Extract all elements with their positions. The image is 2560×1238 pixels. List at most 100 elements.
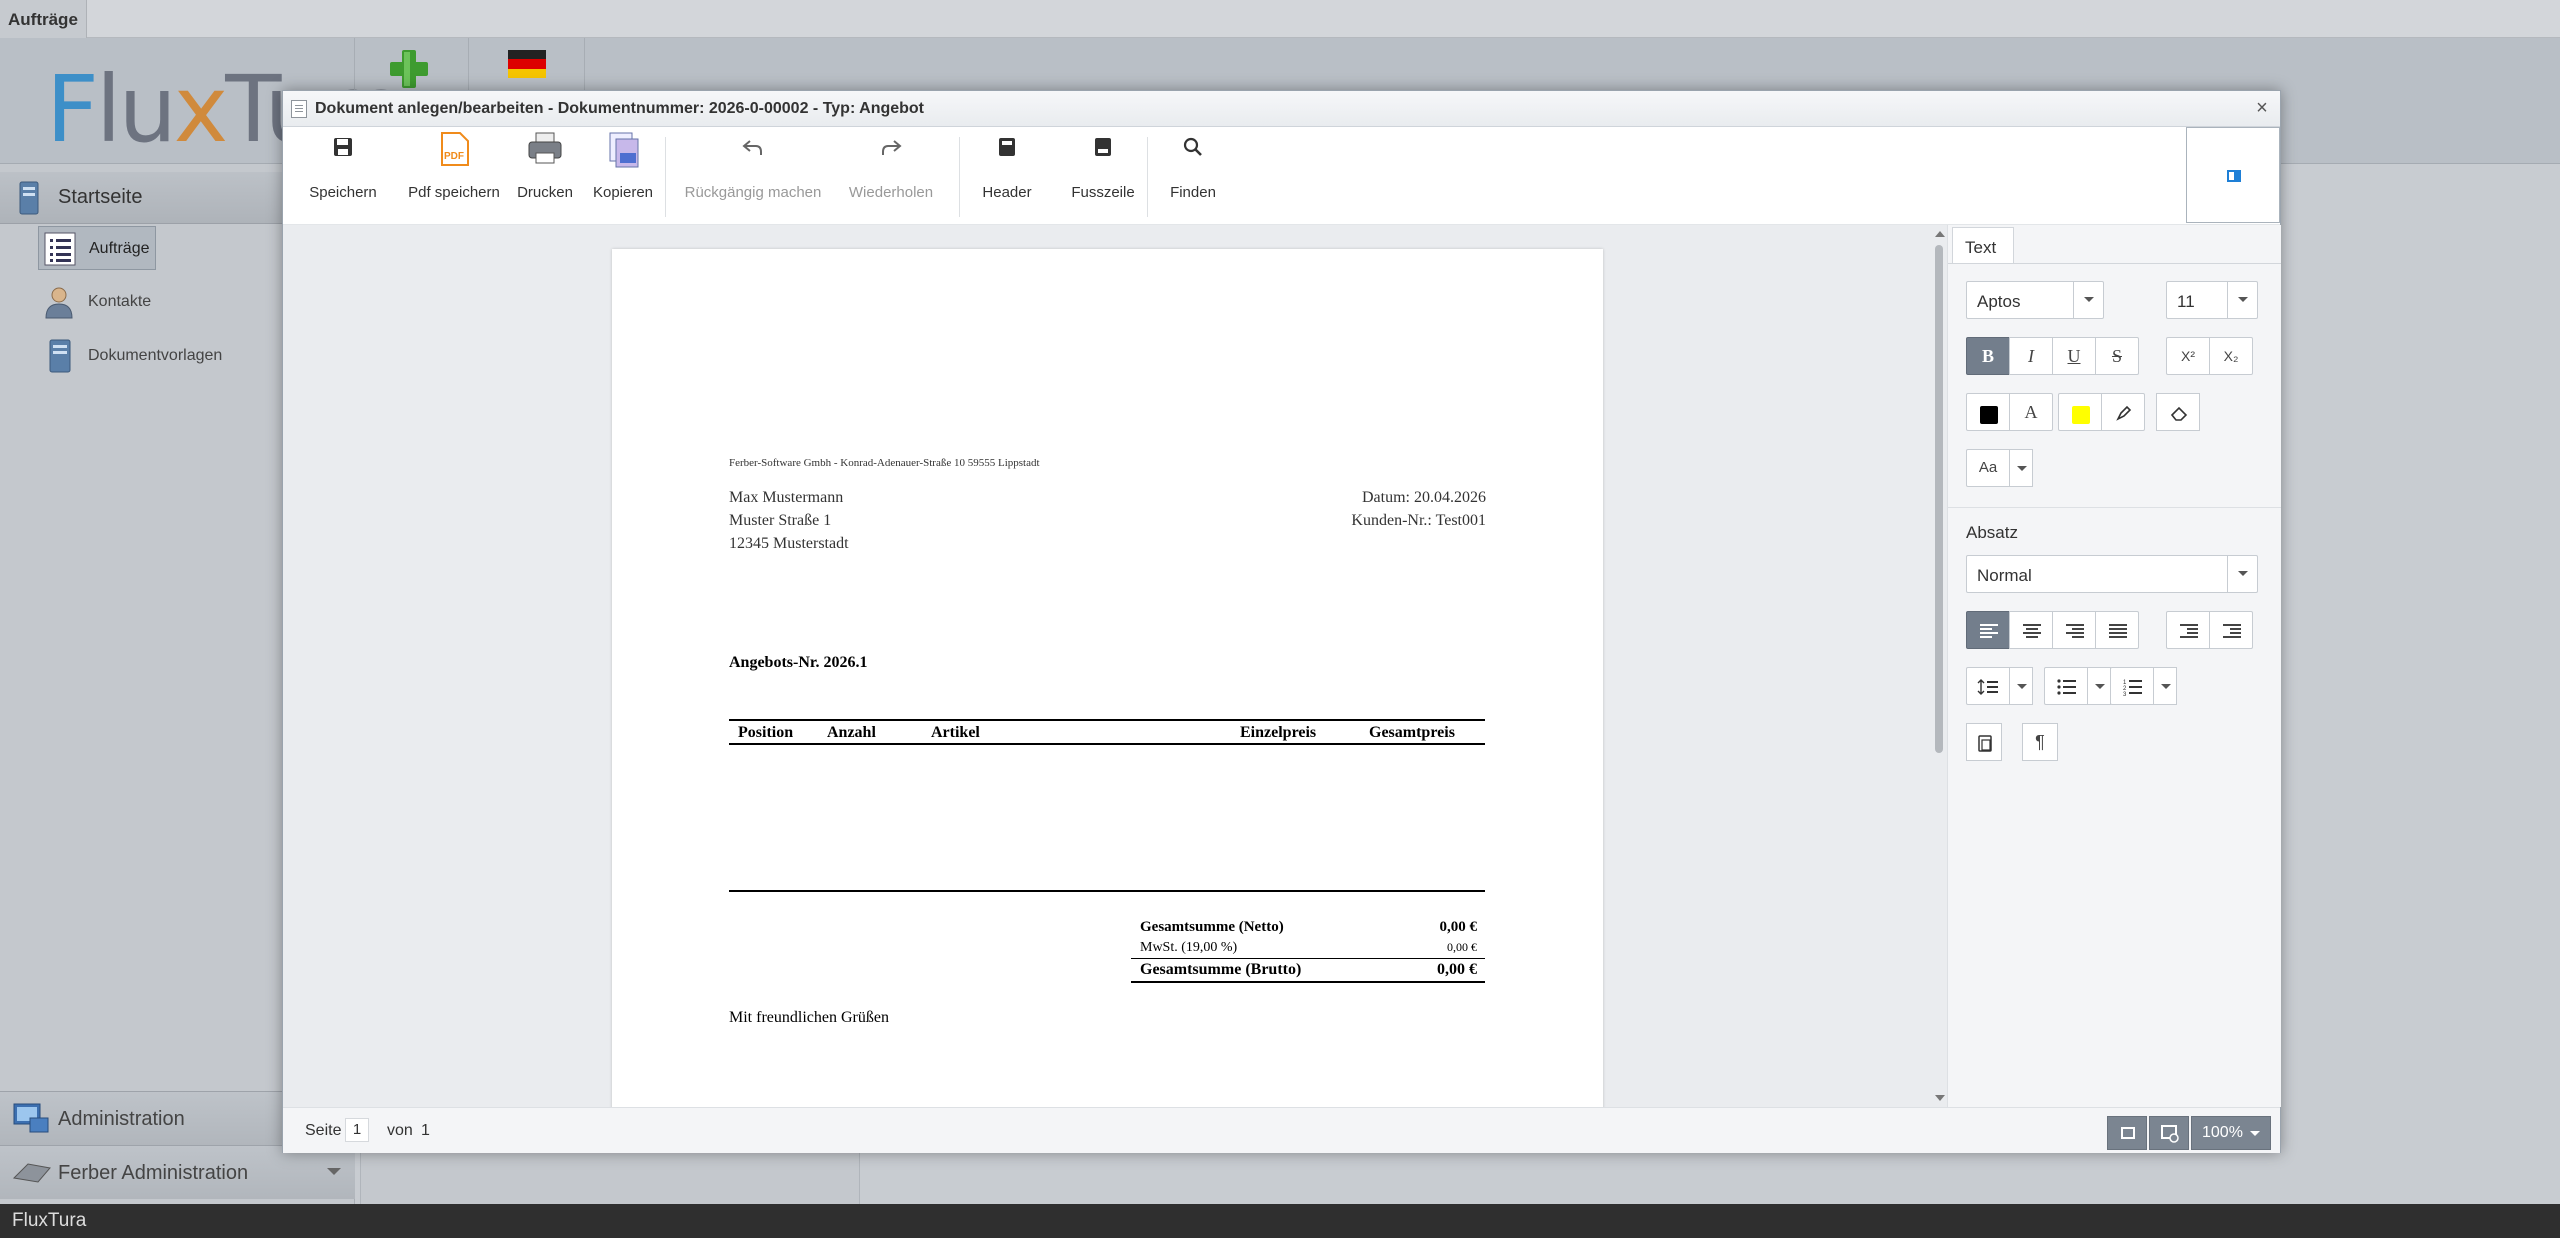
numbered-list-dropdown[interactable] [2153, 667, 2177, 705]
line-spacing-button[interactable] [1966, 667, 2010, 705]
chevron-down-icon[interactable] [2227, 282, 2257, 318]
align-left-icon [1980, 624, 1998, 638]
chevron-down-icon[interactable] [2227, 556, 2257, 592]
bold-button[interactable]: B [1966, 337, 2010, 375]
copy-button[interactable]: Kopieren [585, 127, 661, 225]
numbered-list-button[interactable]: 1 2 3 [2110, 667, 2154, 705]
pdf-save-button[interactable]: PDF Pdf speichern [391, 127, 517, 225]
bullet-list-button[interactable] [2044, 667, 2088, 705]
document-canvas[interactable]: Ferber-Software Gmbh - Konrad-Adenauer-S… [283, 225, 1931, 1107]
highlight-color-swatch [2072, 406, 2090, 424]
toggle-panel-button[interactable] [2186, 127, 2280, 223]
document-page[interactable]: Ferber-Software Gmbh - Konrad-Adenauer-S… [612, 249, 1603, 1107]
dialog-status-bar: Seite 1 von 1 100% [283, 1107, 2280, 1153]
web-view-button[interactable] [2149, 1116, 2189, 1150]
print-button[interactable]: Drucken [507, 127, 583, 225]
tab-text[interactable]: Text [1952, 227, 2014, 263]
scroll-up-icon[interactable] [1935, 231, 1945, 237]
sidebar-toggle-icon [2227, 170, 2241, 182]
totals-block: Gesamtsumme (Netto) 0,00 € MwSt. (19,00 … [1131, 917, 1485, 983]
line-spacing-dropdown[interactable] [2009, 667, 2033, 705]
items-table-bottom-rule [729, 890, 1485, 892]
vertical-scrollbar[interactable] [1931, 225, 1947, 1107]
redo-label: Wiederholen [848, 184, 934, 201]
header-button[interactable]: Header [967, 127, 1047, 225]
paragraph-style-select[interactable]: Normal [1966, 555, 2258, 593]
align-right-button[interactable] [2052, 611, 2096, 649]
pdf-icon: PDF [441, 132, 469, 166]
undo-label: Rückgängig machen [684, 184, 822, 201]
dialog-title-bar[interactable]: Dokument anlegen/bearbeiten - Dokumentnu… [283, 91, 2280, 127]
font-color-button[interactable]: A [2009, 393, 2053, 431]
highlight-swatch-button[interactable] [2058, 393, 2102, 431]
subscript-button[interactable]: X₂ [2209, 337, 2253, 375]
print-label: Drucken [517, 184, 573, 201]
document-icon [291, 100, 307, 118]
undo-button[interactable]: Rückgängig machen [671, 127, 835, 225]
zoom-select[interactable]: 100% [2191, 1116, 2271, 1150]
vat-value: 0,00 € [1447, 940, 1477, 954]
scroll-down-icon[interactable] [1935, 1095, 1945, 1101]
close-icon[interactable]: × [2252, 97, 2272, 120]
total-brutto-value: 0,00 € [1437, 961, 1477, 978]
paste-format-button[interactable] [1966, 723, 2002, 761]
document-server-icon [49, 339, 71, 373]
font-color-swatch-button[interactable] [1966, 393, 2010, 431]
strikethrough-button[interactable]: S [2095, 337, 2139, 375]
sidebar-item-label: Kontakte [88, 293, 152, 310]
change-case-dropdown[interactable] [2009, 449, 2033, 487]
search-icon [1183, 137, 1202, 156]
column-header-position: Position [738, 724, 794, 741]
superscript-button[interactable]: X² [2166, 337, 2210, 375]
total-brutto-row: Gesamtsumme (Brutto) 0,00 € [1131, 959, 1485, 983]
scrollbar-thumb[interactable] [1935, 245, 1943, 753]
save-button[interactable]: Speichern [303, 127, 383, 225]
chevron-down-icon[interactable] [2073, 282, 2103, 318]
sidebar-ferber-administration[interactable]: Ferber Administration [0, 1145, 355, 1199]
font-family-select[interactable]: Aptos [1966, 281, 2104, 319]
copy-label: Kopieren [592, 184, 654, 201]
highlight-button[interactable] [2101, 393, 2145, 431]
indent-button[interactable] [2209, 611, 2253, 649]
align-justify-icon [2109, 624, 2127, 638]
highlighter-icon [2116, 405, 2132, 421]
outdent-button[interactable] [2166, 611, 2210, 649]
server-icon [19, 181, 39, 215]
single-page-view-button[interactable] [2107, 1116, 2147, 1150]
items-table-header: Position Anzahl Artikel Einzelpreis Gesa… [729, 719, 1485, 745]
outdent-icon [2180, 624, 2198, 638]
german-flag-icon[interactable] [508, 50, 546, 78]
sidebar-start-label: Startseite [58, 186, 143, 208]
align-justify-button[interactable] [2095, 611, 2139, 649]
line-spacing-icon [1977, 679, 1998, 695]
footer-icon [1095, 138, 1111, 156]
redo-button[interactable]: Wiederholen [843, 127, 939, 225]
align-center-button[interactable] [2009, 611, 2053, 649]
show-formatting-marks-button[interactable]: ¶ [2022, 723, 2058, 761]
customer-number: Kunden-Nr.: Test001 [1351, 512, 1486, 529]
tab-auftraege[interactable]: Aufträge [0, 0, 87, 38]
list-icon [44, 232, 76, 266]
footer-button[interactable]: Fusszeile [1055, 127, 1151, 225]
undo-icon [742, 140, 762, 155]
document-editor-dialog: Dokument anlegen/bearbeiten - Dokumentnu… [282, 90, 2281, 1153]
sidebar-item-auftraege[interactable]: Aufträge [38, 226, 156, 270]
section-divider [1948, 507, 2281, 508]
page-number-input[interactable]: 1 [345, 1118, 369, 1142]
redo-icon [882, 140, 902, 155]
change-case-button[interactable]: Aa [1966, 449, 2010, 487]
person-icon [45, 287, 73, 319]
of-label: von [387, 1122, 413, 1139]
formatting-panel: Text Aptos 11 B I U S X² X₂ A Aa Absatz … [1947, 225, 2281, 1107]
align-left-button[interactable] [1966, 611, 2010, 649]
column-header-gesamtpreis: Gesamtpreis [1369, 724, 1455, 741]
underline-button[interactable]: U [2052, 337, 2096, 375]
font-size-select[interactable]: 11 [2166, 281, 2258, 319]
font-family-value: Aptos [1977, 292, 2021, 311]
total-netto-value: 0,00 € [1439, 919, 1478, 935]
clear-format-button[interactable] [2156, 393, 2200, 431]
italic-button[interactable]: I [2009, 337, 2053, 375]
find-button[interactable]: Finden [1153, 127, 1233, 225]
total-netto-row: Gesamtsumme (Netto) 0,00 € [1131, 917, 1485, 938]
bullet-list-dropdown[interactable] [2087, 667, 2111, 705]
